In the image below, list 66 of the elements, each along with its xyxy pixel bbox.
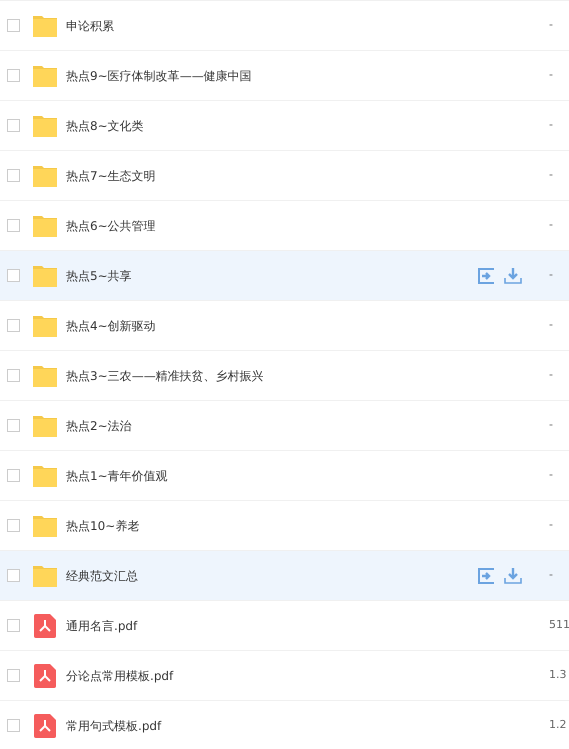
file-size: 1.3 <box>549 667 568 684</box>
folder-icon <box>33 414 57 436</box>
checkbox[interactable] <box>7 369 20 382</box>
folder-icon <box>33 314 57 336</box>
checkbox[interactable] <box>7 269 20 282</box>
checkbox[interactable] <box>7 119 20 132</box>
file-size: - <box>549 217 554 234</box>
file-size: - <box>549 117 554 134</box>
pdf-file-icon <box>34 714 56 738</box>
file-name[interactable]: 热点4~创新驱动 <box>66 316 156 334</box>
file-size: - <box>549 517 554 534</box>
folder-icon <box>33 364 57 386</box>
checkbox[interactable] <box>7 219 20 232</box>
checkbox[interactable] <box>7 69 20 82</box>
file-name[interactable]: 热点8~文化类 <box>66 116 144 134</box>
pdf-file-icon <box>34 614 56 638</box>
file-size: - <box>549 17 554 34</box>
download-icon[interactable] <box>504 568 522 584</box>
folder-icon <box>33 114 57 136</box>
move-to-icon[interactable] <box>478 568 494 584</box>
file-size: - <box>549 267 554 284</box>
move-to-icon[interactable] <box>478 268 494 284</box>
file-name[interactable]: 热点2~法治 <box>66 416 132 434</box>
checkbox[interactable] <box>7 669 20 682</box>
checkbox[interactable] <box>7 719 20 732</box>
checkbox[interactable] <box>7 19 20 32</box>
folder-icon <box>33 264 57 286</box>
file-name[interactable]: 常用句式模板.pdf <box>66 716 162 734</box>
file-name[interactable]: 分论点常用模板.pdf <box>66 666 174 684</box>
file-size: - <box>549 67 554 84</box>
file-name[interactable]: 热点3~三农——精准扶贫、乡村振兴 <box>66 366 264 384</box>
file-row[interactable]: 经典范文汇总 - <box>0 551 569 601</box>
folder-icon <box>33 514 57 536</box>
folder-icon <box>33 464 57 486</box>
checkbox[interactable] <box>7 619 20 632</box>
file-name[interactable]: 热点5~共享 <box>66 266 132 284</box>
file-size: 511 <box>549 617 569 634</box>
file-name[interactable]: 热点10~养老 <box>66 516 140 534</box>
folder-icon <box>33 214 57 236</box>
file-name[interactable]: 热点7~生态文明 <box>66 166 156 184</box>
file-name[interactable]: 申论积累 <box>66 16 114 34</box>
file-name[interactable]: 热点9~医疗体制改革——健康中国 <box>66 66 252 84</box>
file-size: - <box>549 567 554 584</box>
file-size: - <box>549 167 554 184</box>
checkbox[interactable] <box>7 419 20 432</box>
folder-icon <box>33 164 57 186</box>
checkbox[interactable] <box>7 319 20 332</box>
file-name[interactable]: 通用名言.pdf <box>66 616 138 634</box>
file-name[interactable]: 热点6~公共管理 <box>66 216 156 234</box>
folder-icon <box>33 64 57 86</box>
file-size: 1.2 <box>549 717 568 734</box>
file-name[interactable]: 热点1~青年价值观 <box>66 466 168 484</box>
checkbox[interactable] <box>7 569 20 582</box>
file-size: - <box>549 417 554 434</box>
checkbox[interactable] <box>7 169 20 182</box>
file-row[interactable]: 热点5~共享 - <box>0 251 569 301</box>
checkbox[interactable] <box>7 519 20 532</box>
download-icon[interactable] <box>504 268 522 284</box>
folder-icon <box>33 564 57 586</box>
file-size: - <box>549 367 554 384</box>
folder-icon <box>33 14 57 36</box>
file-name[interactable]: 经典范文汇总 <box>66 566 138 584</box>
checkbox[interactable] <box>7 469 20 482</box>
file-size: - <box>549 467 554 484</box>
pdf-file-icon <box>34 664 56 688</box>
file-size: - <box>549 317 554 334</box>
